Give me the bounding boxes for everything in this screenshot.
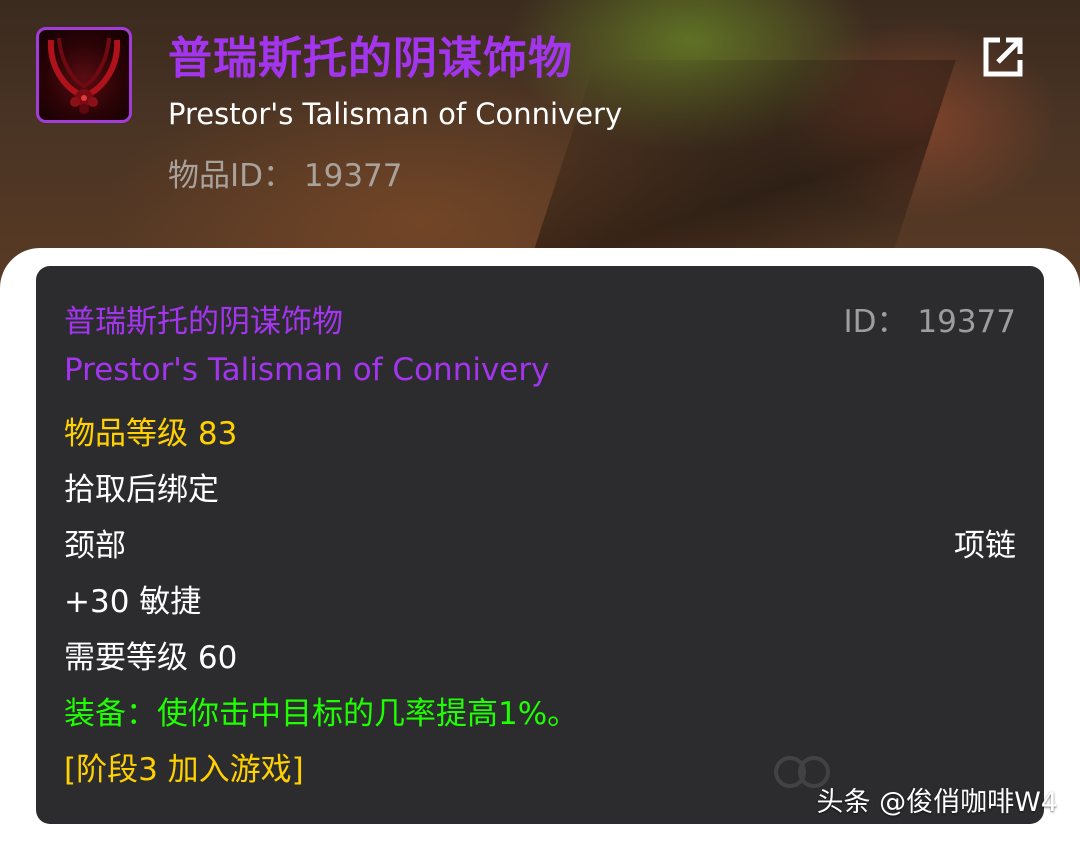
item-title-cn: 普瑞斯托的阴谋饰物 [168, 33, 573, 84]
item-title-en: Prestor's Talisman of Connivery [168, 97, 623, 131]
item-type-text: 项链 [954, 528, 1016, 564]
slot-text: 颈部 [64, 528, 126, 564]
share-button[interactable] [976, 30, 1030, 84]
external-link-icon [983, 37, 1023, 77]
tooltip-name-cn: 普瑞斯托的阴谋饰物 [64, 304, 343, 340]
header-banner: 普瑞斯托的阴谋饰物 Prestor's Talisman of Conniver… [0, 0, 1080, 290]
binding-text: 拾取后绑定 [64, 472, 219, 508]
source-watermark: 头条 @俊俏咖啡W4 [816, 787, 1058, 818]
necklace-icon [47, 37, 121, 114]
banner-background-art [524, 60, 956, 280]
phase-label: [阶段3 加入游戏] [64, 752, 304, 788]
equip-effect: 装备：使你击中目标的几率提高1%。 [64, 696, 579, 732]
item-icon [36, 27, 132, 123]
required-level: 需要等级 60 [64, 640, 238, 676]
tooltip-name-en: Prestor's Talisman of Connivery [64, 352, 550, 388]
item-id-label: 物品ID： 19377 [168, 158, 403, 194]
tooltip-item-id: ID： 19377 [843, 304, 1016, 340]
item-level: 物品等级 83 [64, 416, 238, 452]
stat-agility: +30 敏捷 [64, 584, 202, 620]
item-tooltip: 普瑞斯托的阴谋饰物 ID： 19377 Prestor's Talisman o… [36, 266, 1044, 824]
